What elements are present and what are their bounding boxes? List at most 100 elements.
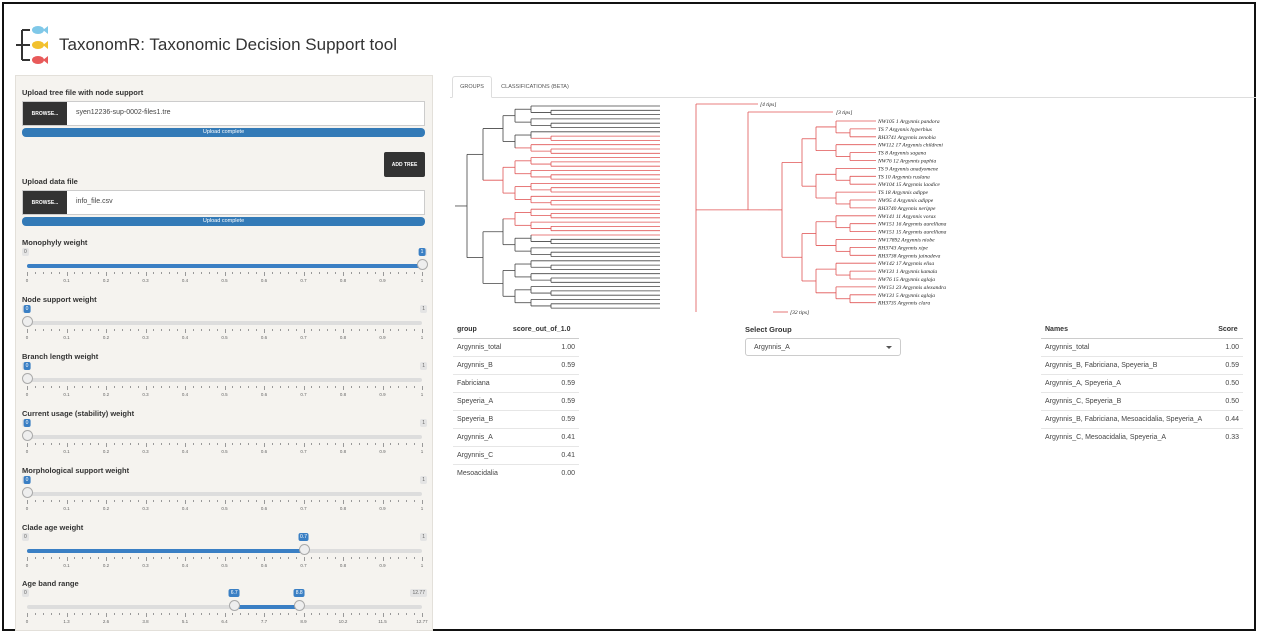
slider-tick <box>422 386 423 390</box>
slider-tick <box>192 557 194 559</box>
slider-tick <box>82 443 84 445</box>
slider-tick <box>106 443 107 447</box>
tree-browse-button[interactable]: BROWSE... <box>23 102 67 125</box>
slider-tick <box>27 613 28 617</box>
slider-tick <box>177 613 179 615</box>
table-row[interactable]: Argynnis_C, Speyeria_B 0.50 <box>1041 392 1243 411</box>
tip-label: NW151 23 Argynnis alexandra <box>877 285 946 291</box>
slider-tick <box>34 613 36 615</box>
table-cell-score: 0.41 <box>508 446 579 465</box>
table-row[interactable]: Fabriciana 0.59 <box>453 374 579 393</box>
slider-tick-label: 0.9 <box>379 392 386 397</box>
slider-tick <box>145 500 147 504</box>
select-group-dropdown[interactable]: Argynnis_A <box>745 338 901 356</box>
slider-handle[interactable] <box>22 487 33 498</box>
tree-upload-label: Upload tree file with node support <box>22 88 144 97</box>
slider-tick <box>90 613 92 615</box>
table-row[interactable]: Argynnis_total 1.00 <box>1041 338 1243 357</box>
slider-min-label: 0 <box>22 248 29 256</box>
slider-tick <box>264 329 265 333</box>
slider-tick-label: 7.7 <box>260 619 268 624</box>
slider-tick <box>121 329 123 331</box>
slider-low-handle[interactable] <box>229 600 241 611</box>
slider-track[interactable] <box>27 435 422 439</box>
slider-tick-label: 0.8 <box>339 506 347 511</box>
slider-tick <box>153 443 155 445</box>
table-row[interactable]: Argynnis_B 0.59 <box>453 356 579 375</box>
slider-tick <box>153 272 155 274</box>
add-tree-button[interactable]: ADD TREE <box>384 152 425 177</box>
slider-handle[interactable] <box>417 259 428 270</box>
slider-low-value: 6.7 <box>228 589 240 597</box>
slider-tick-label: 0.7 <box>300 278 307 283</box>
slider-handle[interactable] <box>22 430 33 441</box>
slider-track[interactable] <box>27 605 422 609</box>
weight-slider[interactable]: 01100.10.20.30.40.50.60.70.80.91 <box>22 247 428 289</box>
slider-tick <box>335 557 337 559</box>
table-row[interactable]: Argynnis_C 0.41 <box>453 446 579 465</box>
slider-high-handle[interactable] <box>294 600 306 611</box>
data-browse-button[interactable]: BROWSE... <box>23 191 67 214</box>
slider-tick-label: 0.9 <box>379 278 386 283</box>
slider-tick <box>113 500 115 502</box>
slider-tick-label: 0.8 <box>339 335 347 340</box>
slider-tick <box>106 613 107 617</box>
tip-label: NW17892 Argynnis niobe <box>877 238 935 244</box>
slider-tick <box>137 272 139 274</box>
slider-tick <box>106 329 107 333</box>
slider-tick <box>169 557 171 559</box>
slider-tick <box>303 272 305 276</box>
slider-tick <box>216 329 218 331</box>
table-row[interactable]: Argynnis_B, Fabriciana, Mesoacidalia, Sp… <box>1041 410 1243 429</box>
slider-track[interactable] <box>27 321 422 325</box>
slider-handle[interactable] <box>22 316 33 327</box>
weight-slider[interactable]: 01000.10.20.30.40.50.60.70.80.91 <box>22 304 427 346</box>
weight-slider[interactable]: 0 1 0.7 0 0.1 0.2 0.3 0.4 0.5 0.6 0.7 0.8 0.9 1 <box>22 532 427 574</box>
slider-high-value: 8.8 <box>293 589 305 597</box>
weight-slider[interactable]: 01000.10.20.30.40.50.60.70.80.91 <box>22 418 427 460</box>
slider-tick <box>335 329 337 331</box>
tab-groups[interactable]: GROUPS <box>452 76 492 98</box>
table-row[interactable]: Mesoacidalia 0.00 <box>453 464 579 482</box>
slider-tick <box>208 272 210 274</box>
slider-tick <box>42 386 44 388</box>
slider-tick <box>121 386 123 388</box>
fish-tree-logo-icon <box>16 26 48 64</box>
table-cell-name: Argynnis_B, Fabriciana, Mesoacidalia, Sp… <box>1041 410 1215 429</box>
age-band-slider[interactable]: 0 12.77 6.7 8.8 0 1.3 2.6 3.8 5.1 6.4 7.7 8.9 10… <box>22 588 428 630</box>
weight-slider[interactable]: 01000.10.20.30.40.50.60.70.80.91 <box>22 475 427 517</box>
slider-tick <box>113 443 115 445</box>
table-row[interactable]: Speyeria_A 0.59 <box>453 392 579 411</box>
slider-tick <box>303 557 305 561</box>
weight-slider[interactable]: 01000.10.20.30.40.50.60.70.80.91 <box>22 361 427 403</box>
slider-fill <box>234 605 300 609</box>
slider-handle[interactable] <box>22 373 33 384</box>
slider-tick <box>177 329 179 331</box>
slider-tick-label: 1 <box>420 278 424 283</box>
slider-tick <box>287 443 289 445</box>
data-file-input[interactable]: BROWSE... info_file.csv <box>22 190 425 215</box>
slider-max-label: 12.77 <box>410 589 427 597</box>
slider-tick-label: 1.3 <box>63 619 70 624</box>
slider-tick <box>200 557 202 559</box>
slider-tick <box>232 500 234 502</box>
table-row[interactable]: Argynnis_A, Speyeria_A 0.50 <box>1041 374 1243 393</box>
tree-file-input[interactable]: BROWSE... syen12236-sup-0002-files1.tre <box>22 101 425 126</box>
table-row[interactable]: Argynnis_B, Fabriciana, Speyeria_B 0.59 <box>1041 356 1243 375</box>
table-row[interactable]: Argynnis_A 0.41 <box>453 428 579 447</box>
table-row[interactable]: Argynnis_total 1.00 <box>453 338 579 357</box>
slider-track[interactable] <box>27 492 422 496</box>
table-row[interactable]: Speyeria_B 0.59 <box>453 410 579 429</box>
slider-handle[interactable] <box>298 544 310 555</box>
slider-tick <box>58 386 60 388</box>
slider-tick <box>287 272 289 274</box>
slider-max-label: 1 <box>420 476 427 484</box>
slider-tick <box>34 443 36 445</box>
slider-tick <box>90 329 92 331</box>
slider-track[interactable] <box>27 378 422 382</box>
tab-classifications[interactable]: CLASSIFICATIONS (BETA) <box>492 76 578 98</box>
table-row[interactable]: Argynnis_C, Mesoacidalia, Speyeria_A 0.33 <box>1041 428 1243 446</box>
slider-tick <box>137 500 139 502</box>
slider-tick <box>121 272 123 274</box>
slider-tick <box>129 613 131 615</box>
